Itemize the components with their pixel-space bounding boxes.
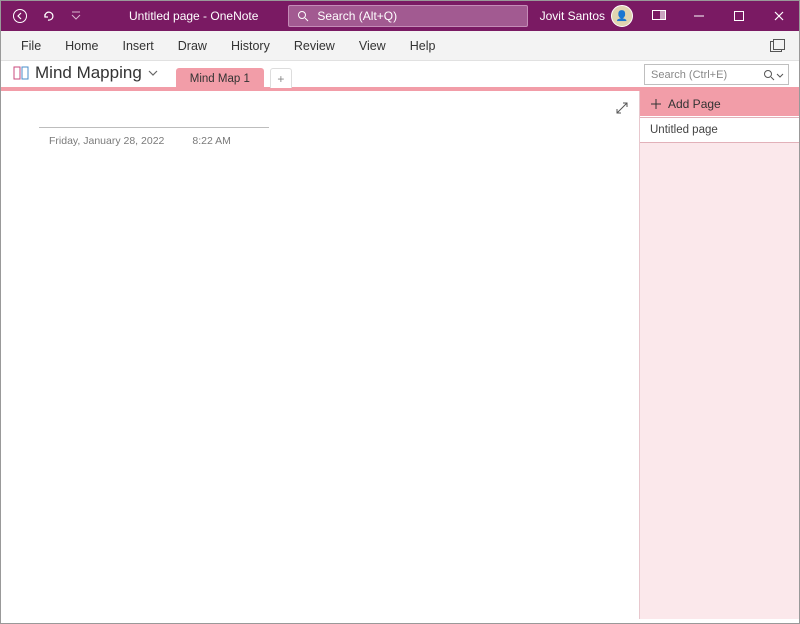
page-title-input[interactable] — [39, 127, 269, 128]
ribbon-display-options-button[interactable] — [639, 1, 679, 31]
chevron-down-icon — [148, 68, 158, 78]
main-area: Friday, January 28, 2022 8:22 AM Add Pag… — [1, 91, 799, 619]
chevron-down-icon — [776, 69, 784, 81]
search-icon — [763, 69, 775, 81]
ribbon-menu: File Home Insert Draw History Review Vie… — [1, 31, 799, 61]
menu-home[interactable]: Home — [53, 31, 110, 61]
menu-insert[interactable]: Insert — [111, 31, 166, 61]
notebook-selector[interactable]: Mind Mapping — [11, 61, 166, 87]
add-page-label: Add Page — [668, 97, 721, 111]
menu-review[interactable]: Review — [282, 31, 347, 61]
notebook-icon — [13, 66, 29, 80]
menu-view[interactable]: View — [347, 31, 398, 61]
global-search-placeholder: Search (Alt+Q) — [317, 9, 397, 23]
menu-draw[interactable]: Draw — [166, 31, 219, 61]
close-button[interactable] — [759, 1, 799, 31]
page-list-item[interactable]: Untitled page — [640, 117, 799, 143]
window-title: Untitled page - OneNote — [129, 9, 258, 23]
title-bar: Untitled page - OneNote Search (Alt+Q) J… — [1, 1, 799, 31]
menu-history[interactable]: History — [219, 31, 282, 61]
note-canvas[interactable]: Friday, January 28, 2022 8:22 AM — [1, 91, 639, 619]
maximize-button[interactable] — [719, 1, 759, 31]
page-pane: Add Page Untitled page — [639, 91, 799, 619]
back-button[interactable] — [7, 3, 33, 29]
plus-icon — [650, 98, 662, 110]
avatar: 👤 — [611, 5, 633, 27]
add-section-button[interactable]: + — [270, 68, 292, 88]
open-new-window-button[interactable] — [763, 32, 791, 60]
global-search[interactable]: Search (Alt+Q) — [288, 5, 528, 27]
minimize-button[interactable] — [679, 1, 719, 31]
user-name: Jovit Santos — [540, 9, 605, 23]
add-page-button[interactable]: Add Page — [640, 91, 799, 117]
fullscreen-button[interactable] — [615, 101, 629, 115]
section-tab-active[interactable]: Mind Map 1 — [176, 68, 264, 88]
account-button[interactable]: Jovit Santos 👤 — [540, 5, 633, 27]
customize-qat-button[interactable] — [63, 3, 89, 29]
page-date: Friday, January 28, 2022 — [49, 135, 164, 147]
menu-file[interactable]: File — [9, 31, 53, 61]
section-bar: Mind Mapping Mind Map 1 + Search (Ctrl+E… — [1, 61, 799, 91]
plus-icon: + — [277, 72, 284, 86]
undo-button[interactable] — [35, 3, 61, 29]
quick-access-toolbar — [1, 3, 89, 29]
page-time: 8:22 AM — [192, 135, 231, 147]
search-icon — [297, 10, 309, 22]
notebook-name: Mind Mapping — [35, 63, 142, 83]
menu-help[interactable]: Help — [398, 31, 448, 61]
page-search-input[interactable]: Search (Ctrl+E) — [644, 64, 789, 85]
page-search-placeholder: Search (Ctrl+E) — [651, 69, 727, 81]
page-timestamp: Friday, January 28, 2022 8:22 AM — [49, 135, 231, 147]
